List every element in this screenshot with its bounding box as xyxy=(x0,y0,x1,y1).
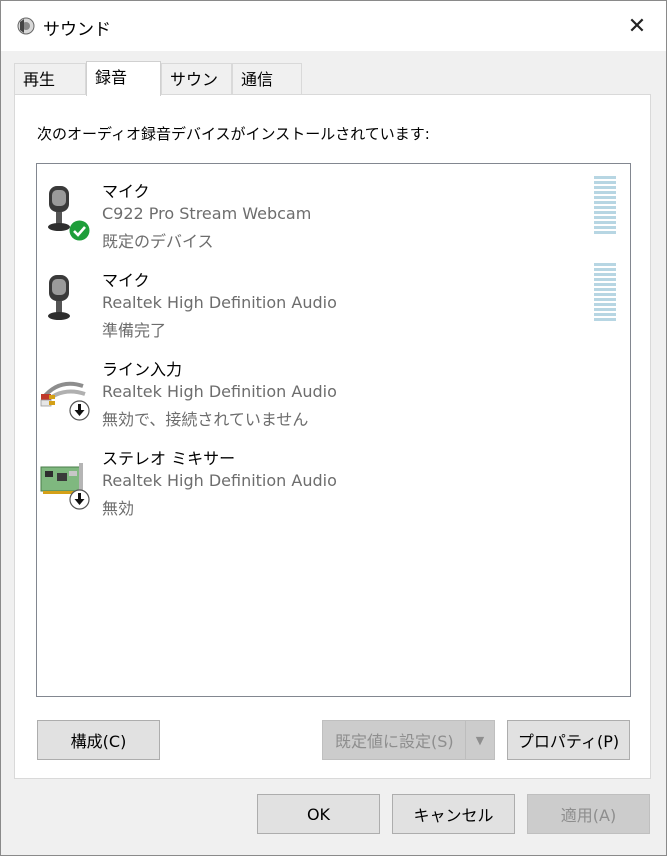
list-item[interactable]: ステレオ ミキサー Realtek High Definition Audio … xyxy=(37,435,607,519)
list-item[interactable]: マイク C922 Pro Stream Webcam 既定のデバイス xyxy=(37,168,616,252)
recording-panel: 次のオーディオ録音デバイスがインストールされています: マイク C922 Pro… xyxy=(14,94,651,779)
window-title: サウンド xyxy=(43,20,111,40)
panel-description: 次のオーディオ録音デバイスがインストールされています: xyxy=(37,125,430,143)
tab-recording[interactable]: 録音 xyxy=(86,61,161,96)
close-button[interactable]: ✕ xyxy=(608,1,666,51)
device-hardware: C922 Pro Stream Webcam xyxy=(102,204,312,223)
device-hardware: Realtek High Definition Audio xyxy=(102,382,337,401)
device-name: マイク xyxy=(102,271,150,290)
level-meter xyxy=(594,176,616,236)
device-status: 無効 xyxy=(102,499,135,518)
cancel-button[interactable]: キャンセル xyxy=(392,794,515,834)
device-list[interactable]: マイク C922 Pro Stream Webcam 既定のデバイス マイク R… xyxy=(36,163,631,697)
device-status: 無効で、接続されていません xyxy=(102,410,309,429)
close-icon: ✕ xyxy=(627,13,647,39)
device-status: 準備完了 xyxy=(102,321,167,340)
device-name: ライン入力 xyxy=(102,360,183,379)
device-name: ステレオ ミキサー xyxy=(102,449,236,468)
device-hardware: Realtek High Definition Audio xyxy=(102,471,337,490)
level-meter xyxy=(594,263,616,323)
chevron-down-icon[interactable]: ▼ xyxy=(465,721,494,759)
apply-button[interactable]: 適用(A) xyxy=(527,794,650,834)
set-default-label: 既定値に設定(S) xyxy=(335,732,454,751)
properties-button[interactable]: プロパティ(P) xyxy=(507,720,630,760)
device-status: 既定のデバイス xyxy=(102,232,214,251)
set-default-button[interactable]: 既定値に設定(S) ▼ xyxy=(322,720,495,760)
title-bar: サウンド ✕ xyxy=(1,1,666,51)
speaker-icon xyxy=(17,17,35,35)
tab-communications[interactable]: 通信 xyxy=(232,63,302,94)
device-hardware: Realtek High Definition Audio xyxy=(102,293,337,312)
list-item[interactable]: マイク Realtek High Definition Audio 準備完了 xyxy=(37,257,616,341)
list-item[interactable]: ライン入力 Realtek High Definition Audio 無効で、… xyxy=(37,346,607,430)
sound-dialog: サウンド ✕ 再生 録音 サウンド 通信 次のオーディオ録音デバイスがインストー… xyxy=(0,0,667,856)
configure-button[interactable]: 構成(C) xyxy=(37,720,160,760)
device-name: マイク xyxy=(102,182,150,201)
tab-sounds[interactable]: サウンド xyxy=(161,63,232,120)
default-check-icon xyxy=(69,220,90,241)
disabled-arrow-icon xyxy=(69,489,90,510)
microphone-icon xyxy=(48,275,70,320)
tab-playback[interactable]: 再生 xyxy=(14,63,86,94)
disabled-arrow-icon xyxy=(69,400,90,421)
ok-button[interactable]: OK xyxy=(257,794,380,834)
